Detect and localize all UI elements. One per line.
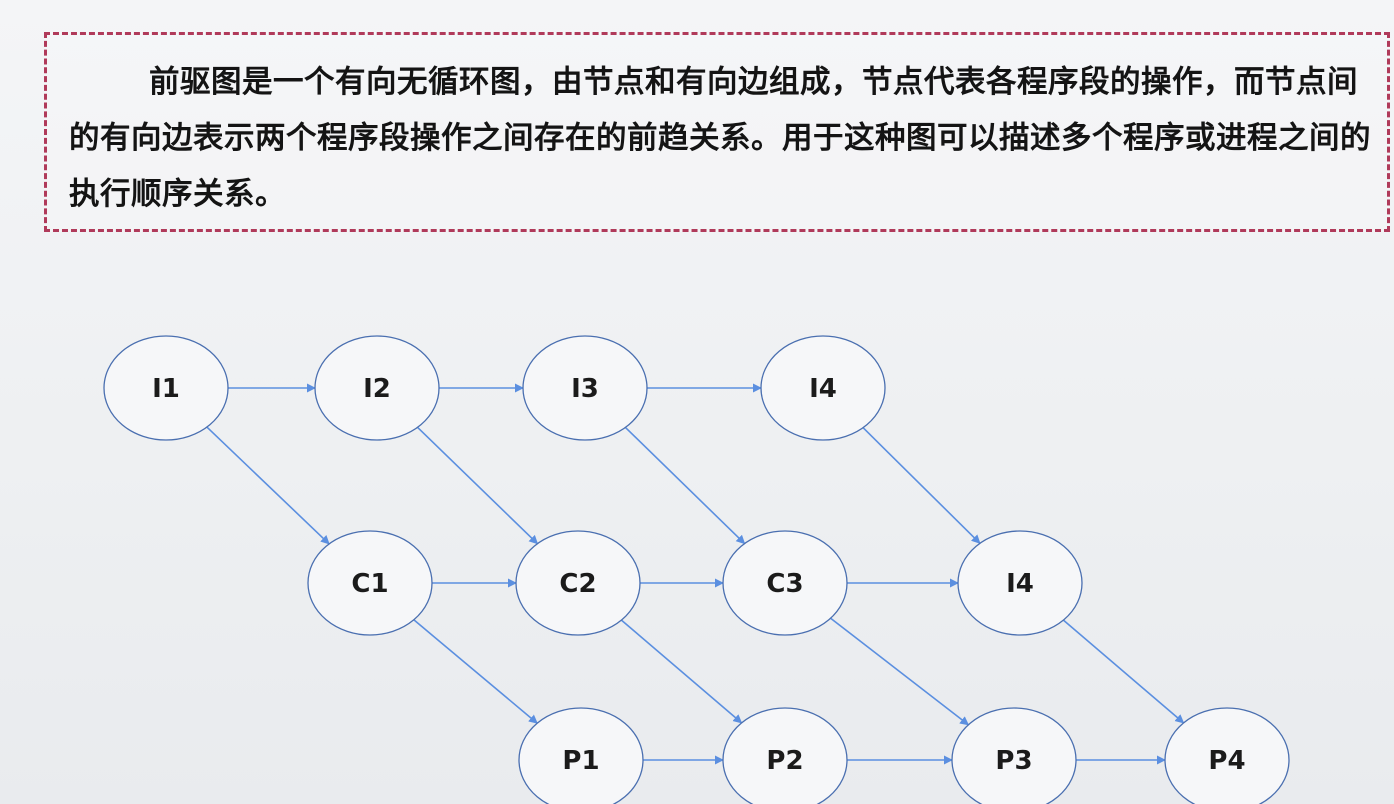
edge-c3-to-p3 <box>830 617 970 726</box>
node-p3: P3 <box>951 707 1077 804</box>
node-label: C3 <box>766 569 803 599</box>
node-label: I4 <box>809 374 837 404</box>
edge-c1-to-p1 <box>413 619 538 724</box>
node-label: I1 <box>152 374 180 404</box>
precedence-graph: I1 I2 I3 I4 C1 C2 C3 I4 P1 P2 P3 P4 <box>103 335 1290 804</box>
node-label: P4 <box>1208 746 1245 776</box>
node-c2: C2 <box>515 530 641 636</box>
edge-i4b-to-p4 <box>1062 619 1185 724</box>
node-label: P1 <box>562 746 599 776</box>
node-label: I4 <box>1006 569 1034 599</box>
node-i1: I1 <box>103 335 229 441</box>
node-label: I3 <box>571 374 599 404</box>
edge-i3-to-c3 <box>624 426 746 545</box>
node-c1: C1 <box>307 530 433 636</box>
node-c3: C3 <box>722 530 848 636</box>
node-i4b: I4 <box>957 530 1083 636</box>
node-p2: P2 <box>722 707 848 804</box>
node-i4a: I4 <box>760 335 886 441</box>
node-label: P3 <box>995 746 1032 776</box>
node-label: C1 <box>351 569 388 599</box>
edge-i2-to-c2 <box>416 426 539 545</box>
node-i3: I3 <box>522 335 648 441</box>
node-i2: I2 <box>314 335 440 441</box>
edge-c2-to-p2 <box>620 619 743 724</box>
node-label: C2 <box>559 569 596 599</box>
edge-i1-to-c1 <box>206 426 330 545</box>
node-p4: P4 <box>1164 707 1290 804</box>
edge-i4a-to-i4b <box>862 427 981 544</box>
node-p1: P1 <box>518 707 644 804</box>
node-label: P2 <box>766 746 803 776</box>
node-label: I2 <box>363 374 391 404</box>
